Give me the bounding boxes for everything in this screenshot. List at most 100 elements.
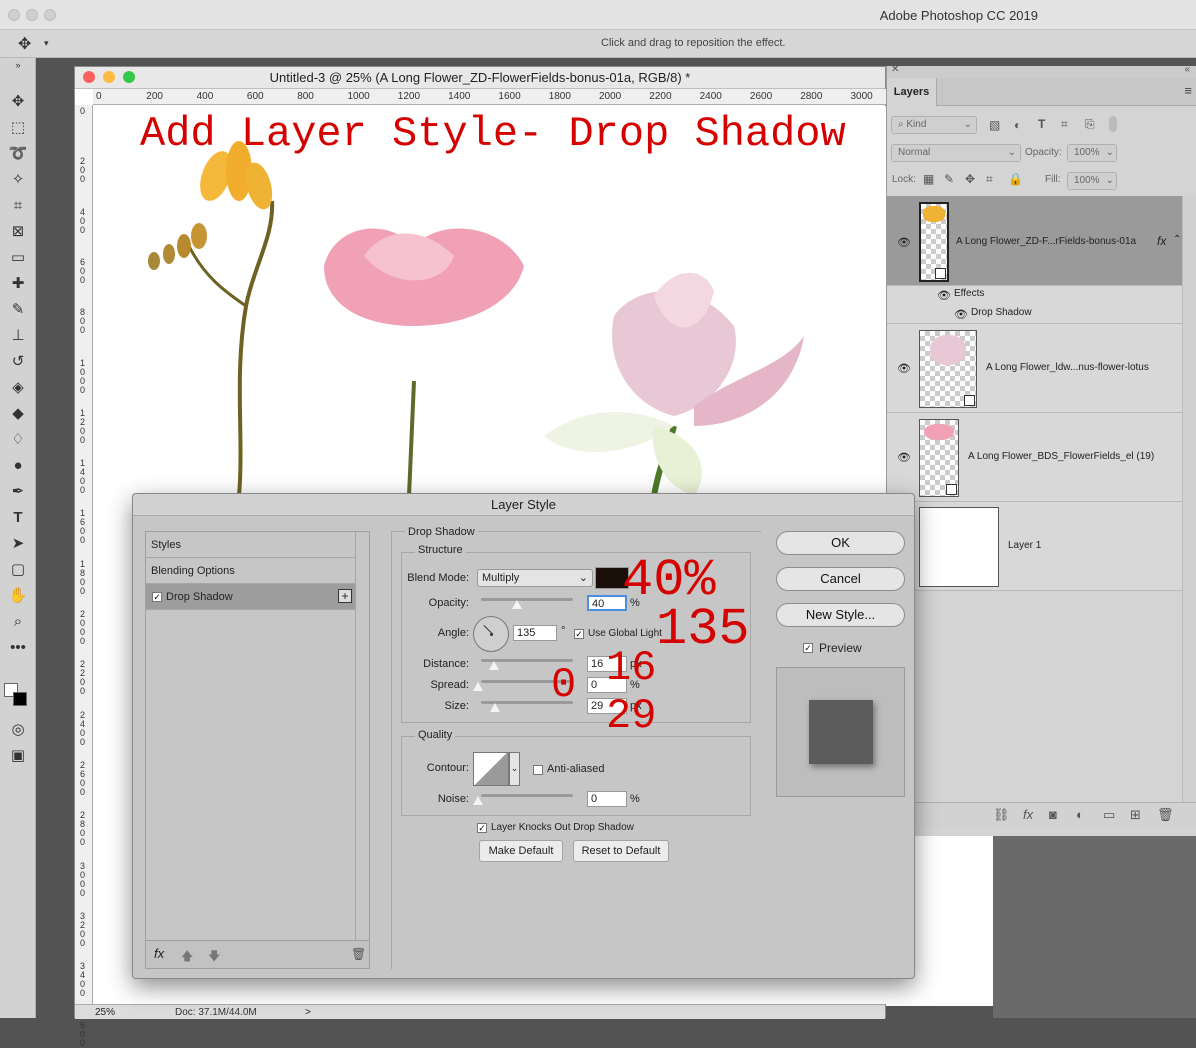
zoom-window-button[interactable]	[44, 9, 56, 21]
cancel-button[interactable]: Cancel	[776, 567, 905, 591]
eraser-tool-icon[interactable]: ◈	[6, 378, 30, 398]
smart-object-filter-icon[interactable]: ⎘	[1085, 117, 1095, 132]
layer-row-selected[interactable]: 👁 A Long Flower_ZD-F...rFields-bonus-01a…	[887, 196, 1183, 286]
close-panel-icon[interactable]: ✕	[891, 64, 899, 75]
styles-item[interactable]: Styles	[146, 532, 356, 558]
filter-toggle[interactable]	[1109, 116, 1117, 132]
anti-aliased-checkbox[interactable]	[533, 765, 543, 775]
hand-tool-icon[interactable]: ✋	[6, 586, 30, 606]
lock-all-icon[interactable]: 🔒	[1008, 172, 1023, 186]
blend-mode-select[interactable]: Multiply ⌄	[477, 569, 593, 587]
close-window-button[interactable]	[8, 9, 20, 21]
new-style-button[interactable]: New Style...	[776, 603, 905, 627]
opacity-slider[interactable]	[481, 598, 573, 601]
use-global-light-checkbox[interactable]: ✓	[574, 629, 584, 639]
background-color-swatch[interactable]	[13, 692, 27, 706]
lock-position-icon[interactable]: ✥	[965, 172, 975, 186]
adjustment-filter-icon[interactable]: ◐	[1014, 118, 1021, 132]
trash-icon[interactable]: 🗑	[1157, 807, 1174, 823]
paint-bucket-icon[interactable]: ◆	[6, 404, 30, 424]
effects-eye-icon[interactable]: 👁	[937, 289, 951, 302]
angle-dial[interactable]	[473, 616, 509, 652]
status-menu-arrow[interactable]: >	[305, 1007, 311, 1018]
layer-name[interactable]: Layer 1	[1008, 540, 1041, 551]
opacity-input[interactable]: 40	[587, 595, 627, 611]
path-select-icon[interactable]: ➤	[6, 534, 30, 554]
chevron-down-icon[interactable]: ⌄	[509, 752, 520, 786]
more-tools-icon[interactable]: •••	[6, 638, 30, 658]
blending-options-item[interactable]: Blending Options	[146, 558, 356, 584]
pen-tool-icon[interactable]: ✒	[6, 482, 30, 502]
quick-mask-icon[interactable]: ◎	[6, 720, 30, 740]
blur-tool-icon[interactable]: ♢	[6, 430, 30, 450]
drop-shadow-eye-icon[interactable]: 👁	[954, 308, 968, 321]
opacity-slider-handle[interactable]	[512, 600, 522, 609]
angle-input[interactable]: 135	[513, 625, 557, 641]
screen-mode-icon[interactable]: ▣	[6, 746, 30, 766]
layer-fill-field[interactable]: 100% ⌄	[1067, 172, 1117, 190]
reset-default-button[interactable]: Reset to Default	[573, 840, 669, 862]
layer-blend-mode[interactable]: Normal ⌄	[891, 144, 1021, 162]
distance-slider-handle[interactable]	[489, 661, 499, 670]
dodge-tool-icon[interactable]: ●	[6, 456, 30, 476]
visibility-eye-icon[interactable]: 👁	[897, 451, 911, 464]
layer-name[interactable]: A Long Flower_ZD-F...rFields-bonus-01a	[956, 236, 1136, 247]
healing-brush-icon[interactable]: ✚	[6, 274, 30, 294]
type-filter-icon[interactable]: T	[1038, 117, 1045, 131]
minimize-window-button[interactable]	[26, 9, 38, 21]
ruler-tool-icon[interactable]: ▭	[6, 248, 30, 268]
make-default-button[interactable]: Make Default	[479, 840, 563, 862]
tab-layers[interactable]: Layers	[887, 78, 937, 106]
move-tool-icon[interactable]: ✥	[6, 92, 30, 112]
shape-filter-icon[interactable]: ⌗	[1061, 117, 1068, 132]
drop-shadow-effect-row[interactable]: 👁 Drop Shadow	[887, 305, 1183, 324]
chevron-up-icon[interactable]: ⌃	[1173, 234, 1181, 245]
type-tool-icon[interactable]: T	[6, 508, 30, 528]
layer-name[interactable]: A Long Flower_ldw...nus-flower-lotus	[986, 362, 1149, 373]
noise-slider[interactable]	[481, 794, 573, 797]
lock-image-icon[interactable]: ✎	[944, 172, 954, 186]
lock-artboard-icon[interactable]: ⌗	[986, 172, 993, 187]
fx-icon[interactable]: fx	[1157, 234, 1166, 248]
spread-slider-handle[interactable]	[473, 682, 483, 691]
adjustment-layer-icon[interactable]: ◐	[1076, 807, 1084, 822]
preview-checkbox[interactable]: ✓	[803, 643, 813, 653]
noise-slider-handle[interactable]	[473, 796, 483, 805]
crop-tool-icon[interactable]: ⌗	[6, 196, 30, 216]
fx-menu-icon[interactable]: fx	[154, 946, 164, 961]
layers-scrollbar[interactable]	[1182, 196, 1196, 808]
collapse-icon[interactable]: »	[6, 60, 30, 70]
styles-scrollbar[interactable]	[355, 532, 369, 942]
move-tool-preset-icon[interactable]: ✥	[18, 34, 31, 54]
add-layer-style-icon[interactable]: fx	[1023, 807, 1033, 822]
history-brush-icon[interactable]: ↺	[6, 352, 30, 372]
visibility-eye-icon[interactable]: 👁	[897, 236, 911, 249]
move-up-icon[interactable]: 🡅	[181, 947, 193, 968]
ok-button[interactable]: OK	[776, 531, 905, 555]
visibility-eye-icon[interactable]: 👁	[897, 362, 911, 375]
size-slider-handle[interactable]	[490, 703, 500, 712]
add-mask-icon[interactable]: ◙	[1049, 807, 1057, 822]
knocks-out-checkbox[interactable]: ✓	[477, 823, 487, 833]
effects-row[interactable]: 👁 Effects	[887, 286, 1183, 305]
frame-tool-icon[interactable]: ⊠	[6, 222, 30, 242]
noise-input[interactable]: 0	[587, 791, 627, 807]
contour-picker[interactable]	[473, 752, 509, 786]
brush-tool-icon[interactable]: ✎	[6, 300, 30, 320]
add-effect-icon[interactable]: +	[338, 589, 352, 603]
panel-menu-icon[interactable]: ≡	[1184, 83, 1192, 98]
move-down-icon[interactable]: 🡇	[208, 947, 220, 968]
lock-transparent-icon[interactable]: ▦	[923, 172, 934, 186]
drop-shadow-checkbox[interactable]: ✓	[152, 592, 162, 602]
vertical-ruler[interactable]: 0 200 400 600 800 1000 1200 1400 1600 1800 2000 220…	[75, 105, 93, 1048]
layer-row[interactable]: Layer 1	[887, 502, 1183, 591]
new-group-icon[interactable]: ▭	[1103, 807, 1115, 823]
layer-row[interactable]: 👁 A Long Flower_BDS_FlowerFields_el (19)	[887, 413, 1183, 502]
marquee-tool-icon[interactable]: ⬚	[6, 118, 30, 138]
lasso-tool-icon[interactable]: ➰	[6, 144, 30, 164]
stamp-tool-icon[interactable]: ⊥	[6, 326, 30, 346]
link-layers-icon[interactable]: ⛓	[993, 807, 1010, 823]
shape-tool-icon[interactable]: ▢	[6, 560, 30, 580]
layer-opacity-field[interactable]: 100% ⌄	[1067, 144, 1117, 162]
layer-filter-kind[interactable]: ⌕ Kind ⌄	[891, 116, 977, 134]
